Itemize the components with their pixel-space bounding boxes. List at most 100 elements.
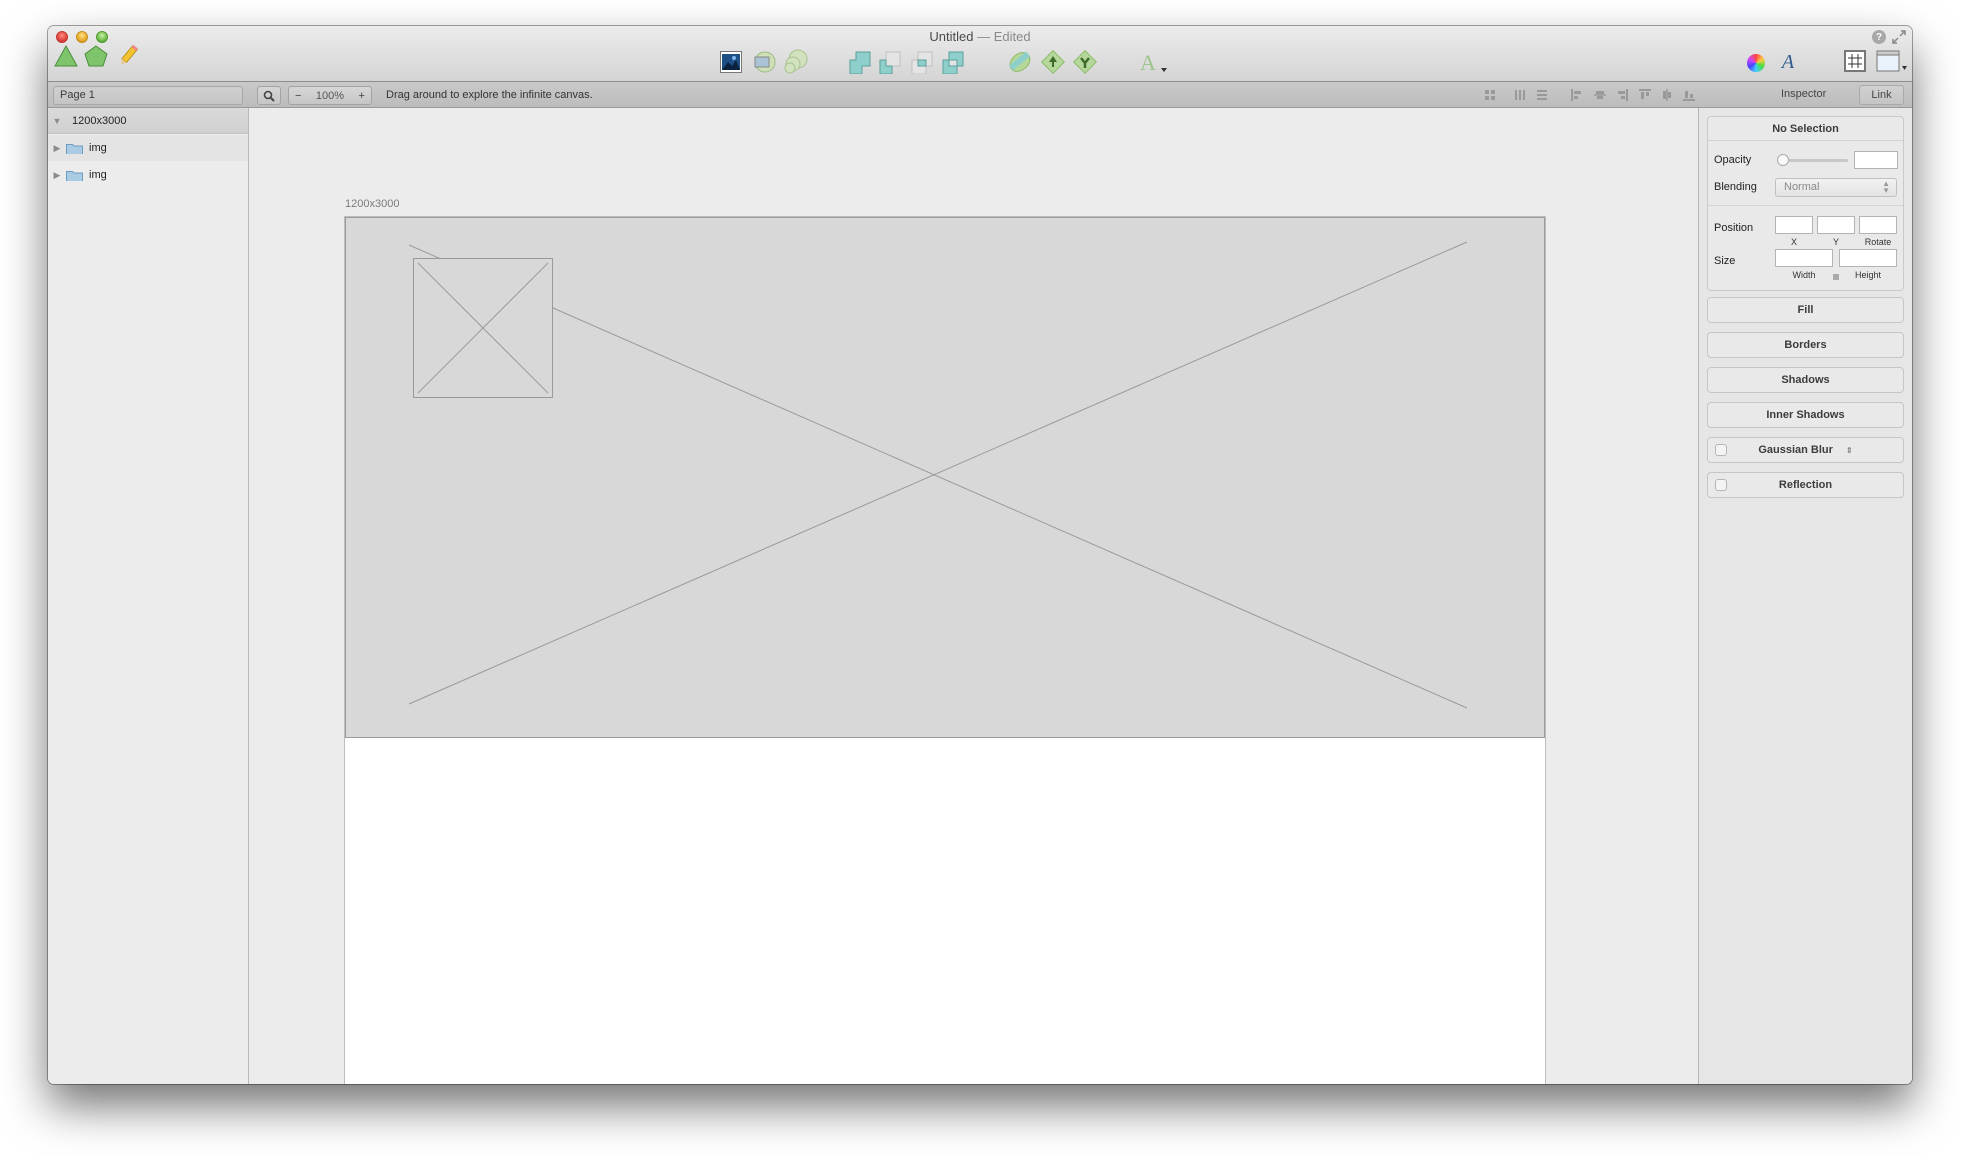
reflection-section[interactable]: Reflection [1707,472,1904,498]
rotate-label: Rotate [1864,237,1892,247]
disclosure-right-icon[interactable]: ▶ [48,143,66,154]
section-label: Inner Shadows [1766,409,1845,421]
align-bottom-icon[interactable] [1682,88,1696,102]
intersect-button[interactable] [910,50,934,74]
reflection-checkbox[interactable] [1715,479,1727,491]
zoom-out-button[interactable]: − [295,90,301,102]
send-backward-button[interactable] [1073,50,1097,74]
zoom-level: 100% [315,89,345,102]
opacity-input[interactable] [1854,151,1898,169]
align-center-icon[interactable] [1593,88,1607,102]
layers-sidebar: ▼ 1200x3000 ▶ img ▶ img [48,108,249,1084]
opacity-slider-thumb[interactable] [1777,154,1789,166]
align-left-icon[interactable] [1570,88,1584,102]
folder-icon [66,144,83,154]
align-middle-icon[interactable] [1660,88,1674,102]
position-y-input[interactable] [1817,216,1855,234]
blending-select[interactable]: Normal ▲ ▼ [1775,178,1897,197]
flatten-button[interactable] [1008,50,1032,74]
flatten-icon [1009,51,1031,72]
difference-button[interactable] [941,50,965,74]
x-label: X [1790,237,1797,247]
fullscreen-button[interactable] [1892,30,1906,44]
send-backward-icon [1073,50,1097,74]
mask-tool-button[interactable] [752,51,776,73]
canvas[interactable]: 1200x3000 [249,108,1698,1084]
tidy-icon[interactable] [1483,88,1497,102]
gaussian-blur-checkbox[interactable] [1715,444,1727,456]
tab-inspector[interactable]: Inspector [1781,88,1826,100]
lock-ratio-icon[interactable] [1833,274,1839,280]
help-button[interactable]: ? [1872,30,1886,44]
height-label: Height [1854,270,1881,280]
no-selection-header: No Selection [1708,117,1903,141]
y-label: Y [1832,237,1839,247]
layer-label: img [89,142,107,154]
image-tool-button[interactable] [720,51,742,73]
union-icon [849,51,871,74]
window-title: Untitled — Edited [48,29,1912,44]
search-button[interactable] [257,86,281,105]
svg-text:A: A [1140,50,1156,74]
stepper-icon: ▲ ▼ [1882,179,1890,195]
stepper-icon[interactable]: ⇕ [1846,446,1853,455]
canvas-hint: Drag around to explore the infinite canv… [386,89,593,101]
distribute-vertical-icon[interactable] [1535,88,1549,102]
colors-button[interactable] [1747,54,1765,72]
distribute-horizontal-icon[interactable] [1513,88,1527,102]
text-tool-button[interactable]: A [1138,50,1168,74]
align-top-icon[interactable] [1638,88,1652,102]
difference-icon [942,51,964,74]
position-x-input[interactable] [1775,216,1813,234]
artboard[interactable] [345,217,1545,1084]
polygon-tool-button[interactable] [84,44,108,68]
secondary-toolbar: Page 1 − 100% + Drag around to explore t… [48,82,1912,108]
inner-shadows-section[interactable]: Inner Shadows [1707,402,1904,428]
inspector-panel: No Selection Opacity Blending Normal ▲ ▼ … [1698,108,1912,1084]
scale-tool-button[interactable] [782,49,808,75]
subtract-button[interactable] [878,50,902,74]
layer-item[interactable]: ▶ img [48,135,248,161]
artboard-content [345,217,1545,738]
folder-icon [66,171,83,181]
borders-section[interactable]: Borders [1707,332,1904,358]
font-icon: A [1781,50,1795,73]
width-input[interactable] [1775,249,1833,267]
section-label: Gaussian Blur [1758,444,1833,456]
search-icon [263,90,275,102]
layer-artboard[interactable]: ▼ 1200x3000 [48,108,248,134]
tab-link[interactable]: Link [1859,85,1904,105]
grid-icon [1848,54,1862,68]
disclosure-right-icon[interactable]: ▶ [48,170,66,181]
fonts-button[interactable]: A [1778,50,1798,74]
grid-button[interactable] [1844,50,1866,72]
layer-item[interactable]: ▶ img [48,162,248,188]
pencil-tool-button[interactable] [116,44,140,68]
page-name: Page 1 [60,89,95,101]
opacity-slider[interactable] [1777,154,1848,166]
fill-section[interactable]: Fill [1707,297,1904,323]
intersect-icon [911,51,933,74]
document-name: Untitled [929,29,974,44]
view-button[interactable] [1876,50,1908,74]
rotate-input[interactable] [1859,216,1897,234]
gaussian-blur-section[interactable]: Gaussian Blur ⇕ [1707,437,1904,463]
scale-icon [784,49,808,74]
app-window: Untitled — Edited A A ? Page 1 − 100% + … [48,26,1912,1084]
page-selector[interactable]: Page 1 [53,86,243,105]
selection-panel: No Selection Opacity Blending Normal ▲ ▼ … [1707,116,1904,291]
bring-forward-button[interactable] [1041,50,1065,74]
height-input[interactable] [1839,249,1897,267]
union-button[interactable] [848,50,872,74]
align-right-icon[interactable] [1615,88,1629,102]
toolbar: Untitled — Edited A A ? [48,26,1912,82]
shadows-section[interactable]: Shadows [1707,367,1904,393]
artboard-label[interactable]: 1200x3000 [345,198,399,210]
section-label: Reflection [1778,479,1833,491]
section-label: Fill [1797,304,1814,316]
size-label: Size [1714,255,1736,267]
text-icon: A [1140,50,1167,74]
disclosure-down-icon[interactable]: ▼ [48,116,66,126]
zoom-in-button[interactable]: + [359,90,365,102]
triangle-tool-button[interactable] [54,44,78,68]
